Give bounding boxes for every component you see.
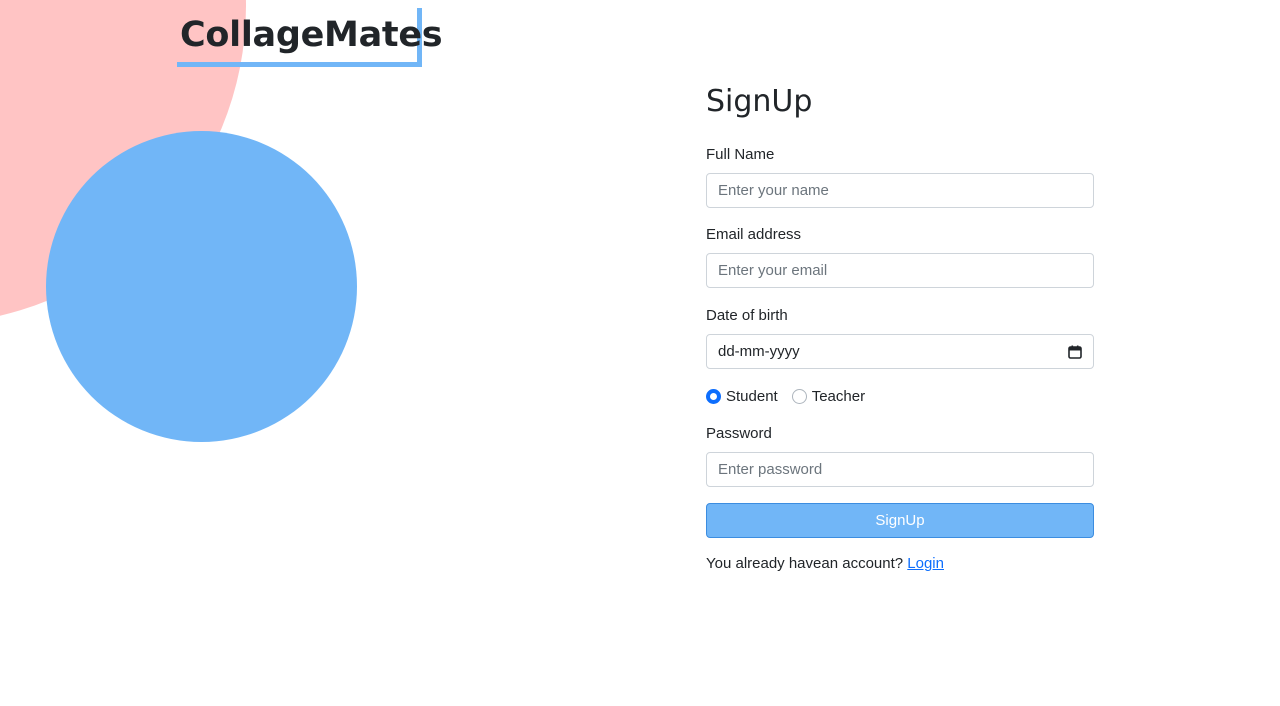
dob-format: dd-mm-yyyy bbox=[718, 343, 800, 360]
teacher-radio[interactable] bbox=[791, 388, 807, 404]
password-input[interactable] bbox=[706, 452, 1094, 487]
brand-name: CollageMates bbox=[180, 15, 443, 55]
form-title: SignUp bbox=[706, 84, 813, 119]
blue-decorative-circle bbox=[46, 131, 357, 442]
full-name-input[interactable] bbox=[706, 173, 1094, 208]
dob-input[interactable]: dd-mm-yyyy bbox=[706, 334, 1094, 369]
student-radio[interactable] bbox=[706, 388, 721, 404]
signup-button[interactable]: SignUp bbox=[706, 503, 1094, 538]
role-option-student[interactable]: Student bbox=[706, 388, 778, 405]
signup-page: CollageMates SignUp Full Name Email addr… bbox=[0, 0, 1280, 706]
role-radio-group: Student Teacher bbox=[706, 386, 879, 406]
email-input[interactable] bbox=[706, 253, 1094, 288]
calendar-icon[interactable] bbox=[1068, 345, 1082, 359]
dob-label: Date of birth bbox=[706, 307, 788, 324]
role-option-teacher[interactable]: Teacher bbox=[791, 387, 866, 405]
login-prompt: You already havean account? Login bbox=[706, 555, 944, 572]
teacher-radio-label: Teacher bbox=[811, 387, 866, 405]
login-prompt-text: You already havean account? bbox=[706, 555, 908, 572]
password-label: Password bbox=[706, 425, 772, 442]
email-label: Email address bbox=[706, 226, 802, 243]
full-name-label: Full Name bbox=[706, 146, 775, 163]
student-radio-label: Student bbox=[726, 387, 778, 405]
brand-logo: CollageMates bbox=[177, 8, 443, 67]
login-link[interactable]: Login bbox=[907, 555, 944, 572]
